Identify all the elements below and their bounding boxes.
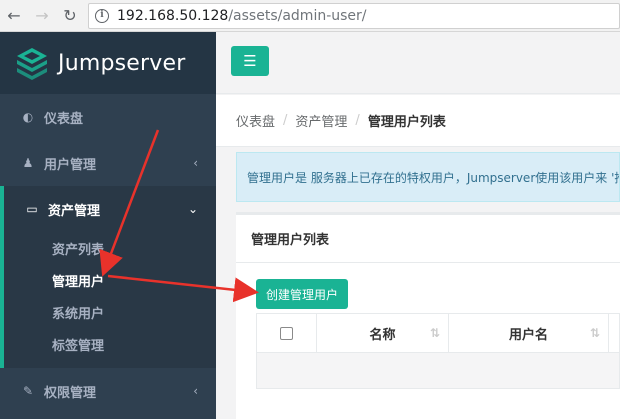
admin-user-panel: 管理用户列表 创建管理用户 名称 ⇅ 用户名 ⇅ [236,212,620,419]
sort-icon: ⇅ [429,326,440,340]
brand[interactable]: Jumpserver [0,32,216,94]
sidebar-item-users[interactable]: ♟ 用户管理 ‹ [0,140,216,186]
assets-submenu: 资产列表 管理用户 系统用户 标签管理 [0,232,216,368]
users-icon: ♟ [22,156,34,170]
hamburger-icon: ☰ [243,52,257,70]
address-bar[interactable]: i 192.168.50.128/assets/admin-user/ [88,2,620,29]
arrow-right-icon: → [35,6,49,25]
brand-name: Jumpserver [58,50,186,76]
hdd-icon: ▭ [26,202,38,216]
breadcrumb: 仪表盘 / 资产管理 / 管理用户列表 [216,95,620,147]
sidebar-subitem-system-user[interactable]: 系统用户 [4,296,216,328]
column-header-label: 名称 [369,327,396,343]
top-navbar: ☰ [216,32,620,94]
reload-icon: ↻ [63,6,77,25]
table-header: 名称 ⇅ 用户名 ⇅ [256,313,620,353]
arrow-left-icon: ← [7,6,21,25]
url-host: 192.168.50.128 [117,7,229,24]
chevron-down-icon: ⌄ [187,202,198,216]
sidebar: Jumpserver ◐ 仪表盘 ♟ 用户管理 ‹ ▭ 资产管理 ⌄ 资产列表 … [0,32,216,419]
column-header-label: 用户名 [508,327,548,343]
sort-icon: ⇅ [589,326,600,340]
chevron-left-icon: ‹ [193,384,198,398]
panel-title: 管理用户列表 [236,215,620,263]
breadcrumb-separator: / [283,113,288,128]
breadcrumb-item-assets[interactable]: 资产管理 [295,111,347,130]
info-icon[interactable]: i [95,8,109,23]
column-header-username[interactable]: 用户名 ⇅ [449,314,609,352]
jumpserver-logo-icon [17,48,47,80]
sidebar-item-permissions[interactable]: ✎ 权限管理 ‹ [0,368,216,414]
edit-icon: ✎ [22,384,34,398]
sidebar-item-label: 用户管理 [44,157,97,173]
breadcrumb-separator: / [355,113,360,128]
sidebar-subitem-admin-user[interactable]: 管理用户 [4,264,216,296]
alert-text: 管理用户是 服务器上已存在的特权用户，Jumpserver使用该用户来 '推 [247,170,620,185]
sidebar-item-label: 仪表盘 [44,111,84,127]
select-all-checkbox[interactable] [280,326,293,340]
info-alert: 管理用户是 服务器上已存在的特权用户，Jumpserver使用该用户来 '推 [236,152,620,202]
table-row [256,353,620,389]
sidebar-item-label: 资产管理 [48,203,101,219]
breadcrumb-item-current: 管理用户列表 [367,115,446,130]
sidebar-item-label: 权限管理 [44,385,97,401]
chevron-left-icon: ‹ [193,156,198,170]
admin-user-table: 名称 ⇅ 用户名 ⇅ [256,313,620,389]
breadcrumb-item-dashboard[interactable]: 仪表盘 [236,111,275,130]
dashboard-icon: ◐ [22,110,34,124]
column-header-name[interactable]: 名称 ⇅ [317,314,449,352]
sidebar-item-assets[interactable]: ▭ 资产管理 ⌄ [0,186,216,232]
sidebar-subitem-asset-list[interactable]: 资产列表 [4,232,216,264]
url-path: /assets/admin-user/ [228,7,367,24]
forward-button[interactable]: → [28,0,56,32]
sidebar-subitem-labels[interactable]: 标签管理 [4,328,216,360]
browser-toolbar: ← → ↻ i 192.168.50.128/assets/admin-user… [0,0,620,32]
back-button[interactable]: ← [0,0,28,32]
reload-button[interactable]: ↻ [56,0,84,32]
sidebar-item-dashboard[interactable]: ◐ 仪表盘 [0,94,216,140]
toggle-sidebar-button[interactable]: ☰ [231,46,269,76]
create-admin-user-button[interactable]: 创建管理用户 [256,279,349,309]
select-all-column [257,314,317,352]
